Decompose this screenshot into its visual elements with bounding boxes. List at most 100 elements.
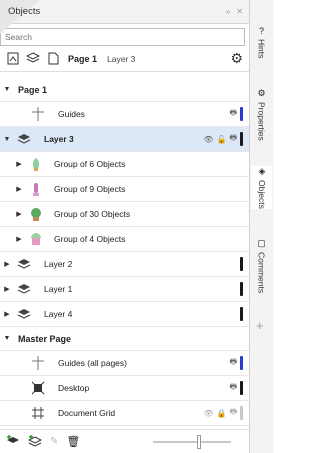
current-layer-label: Layer 3 bbox=[107, 53, 136, 64]
guides-all-controls: 🖶 bbox=[229, 356, 243, 370]
layer1-color-bar[interactable] bbox=[240, 282, 243, 296]
desktop-label: Desktop bbox=[58, 383, 90, 393]
panel-bottom-toolbar: ✎ 🗑 bbox=[0, 429, 249, 453]
panel-titlebar: Objects » ✕ bbox=[0, 0, 249, 34]
tab-comments[interactable]: ▢ Comments bbox=[251, 238, 272, 293]
tab-objects[interactable]: ◈ Objects bbox=[251, 166, 272, 209]
cactus-thumbnail-icon bbox=[26, 181, 46, 197]
tab-hints-label: Hints bbox=[256, 39, 267, 59]
guides-all-pages-label: Guides (all pages) bbox=[58, 358, 127, 368]
grid-color-bar[interactable] bbox=[240, 406, 243, 420]
master-page-label: Master Page bbox=[18, 333, 72, 344]
layer3-controls: 👁 🔓 🖶 bbox=[203, 132, 243, 146]
lock-icon[interactable]: 🔓 bbox=[216, 135, 226, 144]
slider-thumb[interactable] bbox=[197, 434, 201, 449]
expand-arrow-icon[interactable]: ▶ bbox=[12, 235, 26, 243]
layer2-row[interactable]: ▶ Layer 2 bbox=[0, 252, 249, 277]
expand-arrow-icon[interactable]: ▶ bbox=[0, 285, 14, 293]
collapse-arrow-icon[interactable]: ▼ bbox=[0, 86, 14, 93]
edit-icon[interactable]: ✎ bbox=[50, 436, 58, 447]
layer2-label: Layer 2 bbox=[44, 259, 73, 269]
guides-label: Guides bbox=[58, 109, 85, 119]
current-page-label: Page 1 bbox=[68, 53, 98, 64]
page-view-icon[interactable] bbox=[6, 52, 20, 66]
layer-icon bbox=[14, 256, 34, 272]
panel-controls: » ✕ bbox=[226, 7, 243, 16]
document-grid-row[interactable]: Document Grid 👁 🔒 🖶 bbox=[0, 401, 249, 426]
eye-off-icon[interactable]: 👁 bbox=[203, 409, 213, 418]
printer-icon[interactable]: 🖶 bbox=[229, 107, 237, 121]
tab-properties[interactable]: ⚙ Properties bbox=[251, 88, 272, 141]
group-row[interactable]: ▶ Group of 6 Objects bbox=[0, 152, 249, 177]
page-section-row[interactable]: ▼ Page 1 bbox=[0, 78, 249, 102]
zoom-slider[interactable] bbox=[153, 434, 231, 449]
guides-all-color-bar[interactable] bbox=[240, 356, 243, 370]
printer-icon[interactable]: 🖶 bbox=[229, 406, 237, 420]
tab-hints[interactable]: ? Hints bbox=[251, 26, 272, 58]
layer3-row[interactable]: ▼ Layer 3 👁 🔓 🖶 bbox=[0, 127, 249, 152]
layer3-label: Layer 3 bbox=[44, 134, 74, 144]
gear-icon[interactable]: ⚙ bbox=[230, 50, 243, 67]
expand-arrow-icon[interactable]: ▶ bbox=[0, 310, 14, 318]
layer1-row[interactable]: ▶ Layer 1 bbox=[0, 277, 249, 302]
add-tab-icon[interactable]: + bbox=[256, 318, 264, 333]
group-row[interactable]: ▶ Group of 9 Objects bbox=[0, 177, 249, 202]
group-row[interactable]: ▶ Group of 4 Objects bbox=[0, 227, 249, 252]
tab-comments-label: Comments bbox=[256, 252, 267, 294]
printer-icon[interactable]: 🖶 bbox=[229, 132, 237, 146]
objects-icon: ◈ bbox=[258, 166, 266, 176]
expand-arrow-icon[interactable]: ▶ bbox=[0, 260, 14, 268]
layer4-row[interactable]: ▶ Layer 4 bbox=[0, 302, 249, 327]
panel-title: Objects bbox=[8, 6, 41, 17]
new-master-layer-icon[interactable] bbox=[27, 434, 43, 449]
desktop-color-bar[interactable] bbox=[240, 381, 243, 395]
search-input[interactable] bbox=[5, 32, 244, 42]
master-page-section-row[interactable]: ▼ Master Page bbox=[0, 327, 249, 351]
hints-icon: ? bbox=[258, 26, 264, 36]
group-label: Group of 30 Objects bbox=[54, 209, 131, 219]
page-section-label: Page 1 bbox=[18, 84, 48, 95]
layer4-controls bbox=[240, 307, 243, 321]
object-tree: ▼ Page 1 Guides 🖶 ▼ Layer 3 👁 🔓 🖶 ▶ Grou… bbox=[0, 78, 249, 426]
layer2-controls bbox=[240, 257, 243, 271]
guides-icon bbox=[28, 355, 48, 371]
group-label: Group of 4 Objects bbox=[54, 234, 126, 244]
layer1-label: Layer 1 bbox=[44, 284, 73, 294]
tab-properties-label: Properties bbox=[256, 102, 267, 141]
guides-all-pages-row[interactable]: Guides (all pages) 🖶 bbox=[0, 351, 249, 376]
close-icon[interactable]: ✕ bbox=[236, 7, 243, 16]
layer4-label: Layer 4 bbox=[44, 309, 73, 319]
guides-icon bbox=[28, 106, 48, 122]
printer-icon[interactable]: 🖶 bbox=[229, 356, 237, 370]
properties-icon: ⚙ bbox=[257, 88, 266, 98]
page-icon bbox=[46, 52, 60, 66]
layer3-color-bar[interactable] bbox=[240, 132, 243, 146]
guides-color-bar[interactable] bbox=[240, 107, 243, 121]
grid-controls: 👁 🔒 🖶 bbox=[203, 406, 243, 420]
expand-arrow-icon[interactable]: ▶ bbox=[12, 160, 26, 168]
guides-row[interactable]: Guides 🖶 bbox=[0, 102, 249, 127]
grid-icon bbox=[28, 405, 48, 421]
expand-arrow-icon[interactable]: ▼ bbox=[0, 136, 14, 143]
expand-arrow-icon[interactable]: ▶ bbox=[12, 185, 26, 193]
trash-icon[interactable]: 🗑 bbox=[66, 435, 80, 448]
layer-icon bbox=[14, 281, 34, 297]
layer-view-icon[interactable] bbox=[26, 52, 40, 66]
desktop-row[interactable]: Desktop 🖶 bbox=[0, 376, 249, 401]
eye-icon[interactable]: 👁 bbox=[203, 135, 213, 144]
layer-icon bbox=[14, 131, 34, 147]
lock-icon[interactable]: 🔒 bbox=[216, 409, 226, 418]
collapse-arrow-icon[interactable]: ▼ bbox=[0, 335, 14, 342]
printer-icon[interactable]: 🖶 bbox=[229, 381, 237, 395]
layer1-controls bbox=[240, 282, 243, 296]
new-layer-icon[interactable] bbox=[6, 434, 20, 449]
layer2-color-bar[interactable] bbox=[240, 257, 243, 271]
expand-arrow-icon[interactable]: ▶ bbox=[12, 210, 26, 218]
layer4-color-bar[interactable] bbox=[240, 307, 243, 321]
group-row[interactable]: ▶ Group of 30 Objects bbox=[0, 202, 249, 227]
comments-icon: ▢ bbox=[257, 238, 266, 248]
collapse-icon[interactable]: » bbox=[226, 7, 230, 16]
objects-panel: Objects » ✕ Page 1 Layer 3 ⚙ ▼ Page 1 bbox=[0, 0, 250, 453]
cactus-thumbnail-icon bbox=[26, 156, 46, 172]
cactus-thumbnail-icon bbox=[26, 231, 46, 247]
